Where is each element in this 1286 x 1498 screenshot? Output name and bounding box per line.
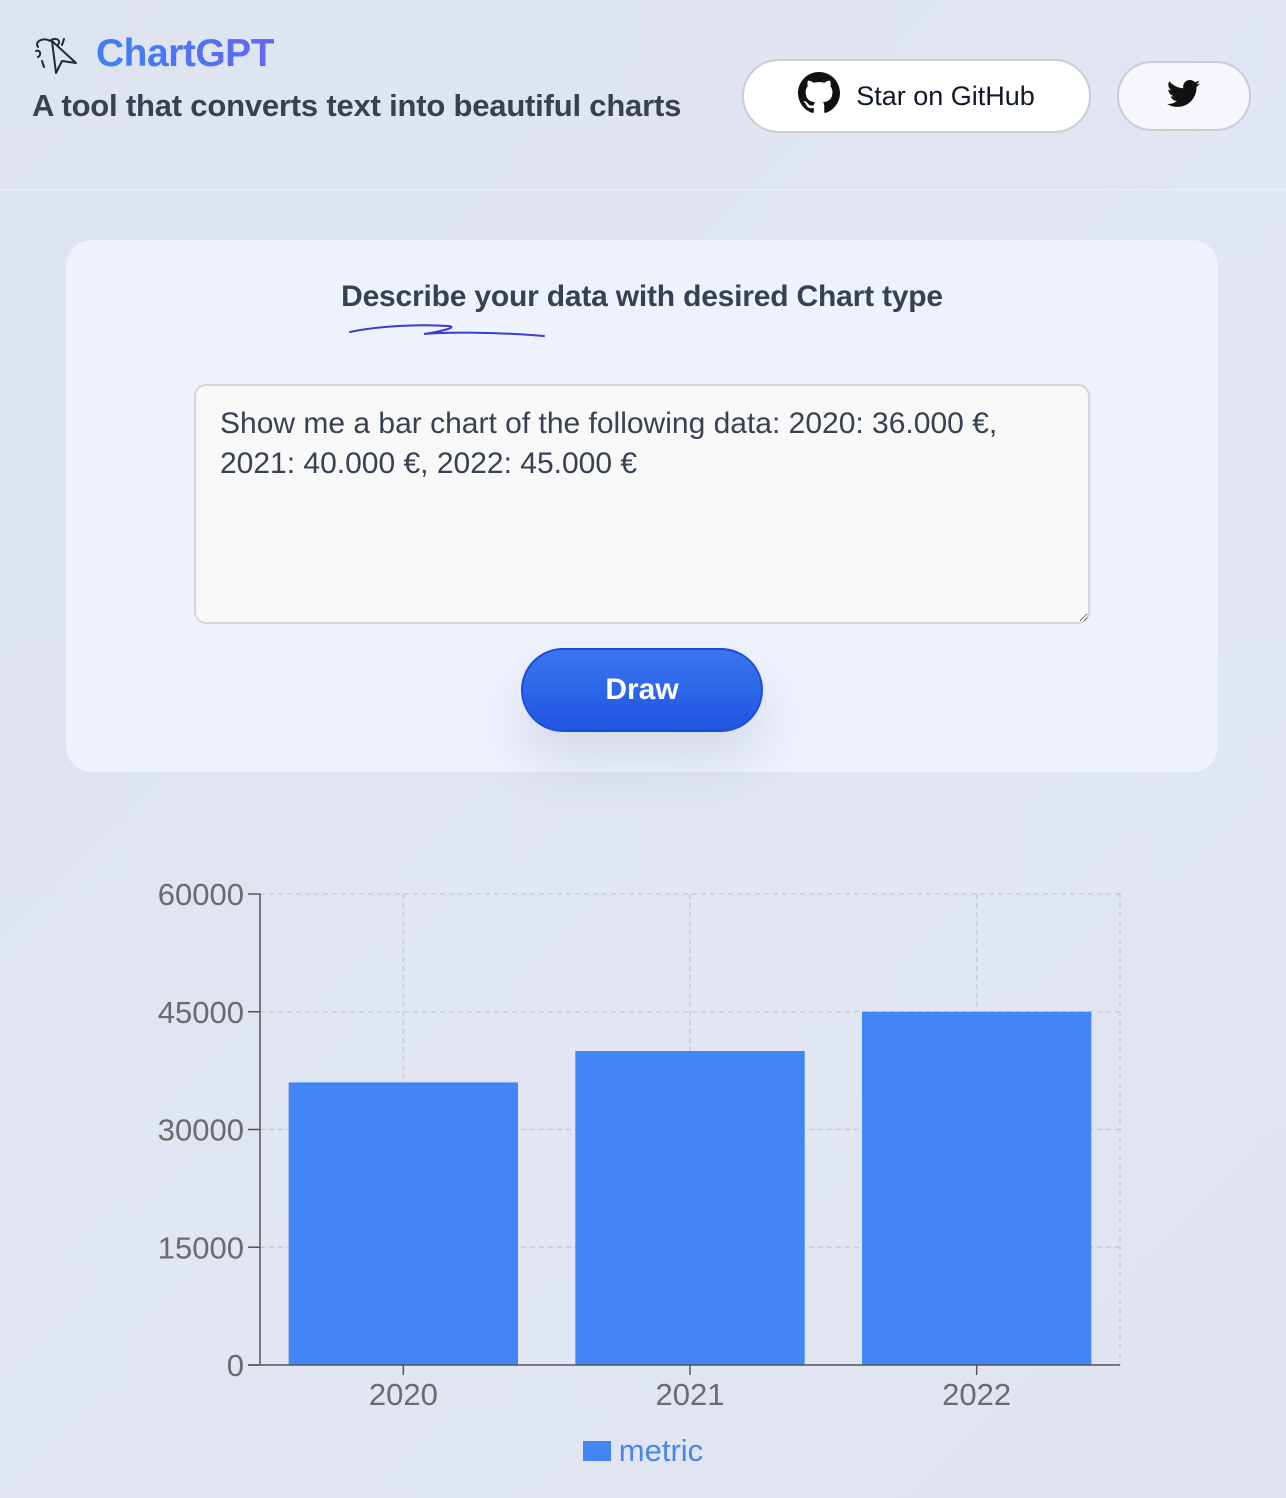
legend-swatch (582, 1441, 611, 1461)
y-tick-label: 45000 (158, 995, 244, 1030)
x-tick-label: 2021 (656, 1377, 725, 1412)
github-star-button[interactable]: Star on GitHub (742, 59, 1091, 133)
chart-legend[interactable]: metric (0, 1433, 1286, 1469)
y-tick-label: 30000 (158, 1113, 244, 1148)
bar-chart: 0 15000 30000 45000 60000 2020 2021 2022 metric (0, 860, 1286, 1498)
y-tick-label: 15000 (158, 1230, 244, 1265)
bar-2021 (575, 1051, 805, 1365)
legend-label: metric (618, 1433, 704, 1468)
twitter-button[interactable] (1117, 61, 1251, 131)
x-tick-label: 2020 (369, 1377, 438, 1412)
github-icon (798, 71, 841, 121)
app-header: ChartGPT A tool that converts text into … (0, 0, 1286, 190)
bar-2020 (288, 1082, 518, 1365)
y-tick-label: 0 (227, 1348, 244, 1383)
draw-button[interactable]: Draw (521, 648, 763, 732)
github-button-label: Star on GitHub (856, 80, 1035, 111)
prompt-card: Describe your data with desired Chart ty… (66, 240, 1218, 772)
sketch-cursor-icon (30, 33, 82, 75)
x-tick-label: 2022 (942, 1377, 1011, 1412)
bar-chart-canvas: 0 15000 30000 45000 60000 2020 2021 2022 (158, 877, 1121, 1412)
bar-2022 (862, 1011, 1092, 1365)
data-description-input[interactable]: Show me a bar chart of the following dat… (194, 384, 1090, 624)
twitter-icon (1166, 79, 1201, 113)
squiggle-underline (348, 318, 548, 342)
prompt-heading: Describe your data with desired Chart ty… (341, 280, 943, 313)
tagline: A tool that converts text into beautiful… (32, 88, 682, 123)
brand-title[interactable]: ChartGPT (96, 32, 275, 76)
y-tick-label: 60000 (158, 877, 244, 912)
